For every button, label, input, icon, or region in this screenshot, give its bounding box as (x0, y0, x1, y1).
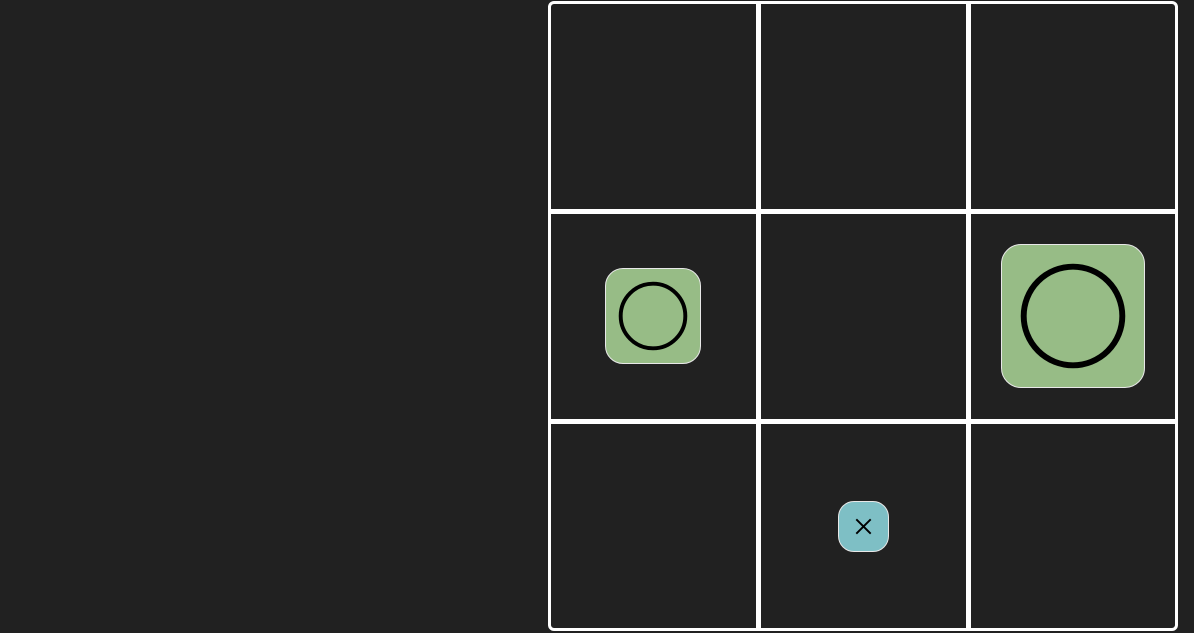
game-board (548, 1, 1178, 631)
o-piece (1001, 244, 1145, 388)
circle-icon (1020, 263, 1126, 369)
board-cell-r3-c1[interactable] (551, 424, 756, 628)
board-cell-r2-c2[interactable] (761, 214, 966, 419)
cross-icon (855, 518, 872, 535)
board-cell-r3-c2[interactable] (761, 424, 966, 628)
board-cell-r2-c3[interactable] (971, 214, 1175, 419)
o-piece (605, 268, 701, 364)
board-cell-r1-c2[interactable] (761, 4, 966, 209)
circle-icon (618, 281, 688, 351)
board-cell-r1-c3[interactable] (971, 4, 1175, 209)
x-piece (838, 501, 889, 552)
board-cell-r3-c3[interactable] (971, 424, 1175, 628)
board-cell-r2-c1[interactable] (551, 214, 756, 419)
board-cell-r1-c1[interactable] (551, 4, 756, 209)
